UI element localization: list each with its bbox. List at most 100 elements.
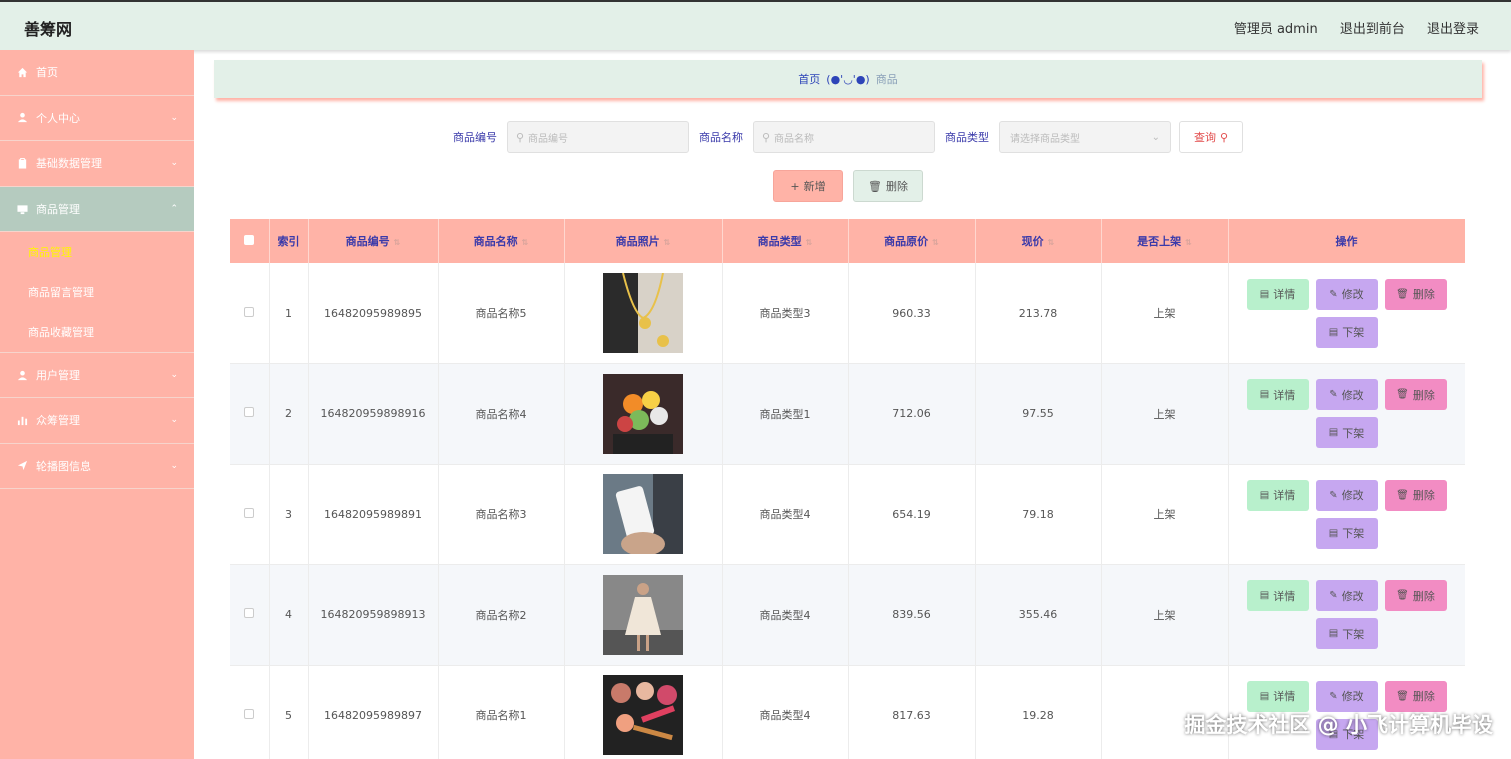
delete-label: 删除 xyxy=(1412,489,1435,503)
row-checkbox[interactable] xyxy=(244,507,255,518)
cell-price: 19.28 xyxy=(975,665,1102,759)
sort-icon[interactable]: ⇅ xyxy=(1048,238,1055,247)
sidebar-item-users[interactable]: 用户管理 ⌄ xyxy=(0,352,194,398)
goods-photo-phone[interactable] xyxy=(603,474,683,555)
sort-icon[interactable]: ⇅ xyxy=(664,238,671,247)
cell-type: 商品类型3 xyxy=(722,263,849,364)
query-button-label: 查询 xyxy=(1193,131,1216,144)
edit-button[interactable]: ✎ 修改 xyxy=(1315,580,1378,612)
col-photo[interactable]: 商品照片 ⇅ xyxy=(564,219,723,263)
col-name[interactable]: 商品名称 ⇅ xyxy=(438,219,565,263)
cell-code: 164820959898916 xyxy=(308,363,439,465)
col-type[interactable]: 商品类型 ⇅ xyxy=(722,219,849,263)
delete-button[interactable]: 🗑 删除 xyxy=(1384,680,1447,712)
cell-name: 商品名称5 xyxy=(438,263,565,364)
unlist-button[interactable]: ▤ 下架 xyxy=(1315,316,1378,348)
cell-code: 164820959898913 xyxy=(308,564,439,666)
goods-photo-flowers[interactable] xyxy=(603,373,683,454)
goods-photo-dress[interactable] xyxy=(603,574,683,655)
chevron-down-icon: ⌄ xyxy=(170,414,178,425)
sort-icon[interactable]: ⇅ xyxy=(522,238,529,247)
goods-table: 索引 商品编号 ⇅ 商品名称 ⇅ 商品照片 ⇅ 商品类型 ⇅ 商品原价 ⇅ 现价 ⇅ 是否上… xyxy=(230,219,1465,759)
name-input[interactable]: ⚲ 商品名称 xyxy=(752,121,935,153)
col-price[interactable]: 现价 ⇅ xyxy=(975,219,1102,263)
cell-photo[interactable] xyxy=(564,564,723,666)
sidebar-subitem-goods-favorites[interactable]: 商品收藏管理 xyxy=(0,312,194,352)
sidebar-item-crowdfunding[interactable]: 众筹管理 ⌄ xyxy=(0,398,194,444)
sidebar-item-personal[interactable]: 个人中心 ⌄ xyxy=(0,96,194,142)
cell-photo[interactable] xyxy=(564,665,723,759)
detail-button[interactable]: ▤ 详情 xyxy=(1246,479,1309,511)
goods-photo-cosmetics[interactable] xyxy=(603,675,683,756)
edit-button[interactable]: ✎ 修改 xyxy=(1315,680,1378,712)
detail-button[interactable]: ▤ 详情 xyxy=(1246,580,1309,612)
delete-button[interactable]: 🗑 删除 xyxy=(1384,379,1447,411)
cell-photo[interactable] xyxy=(564,363,723,465)
col-type-label: 商品类型 xyxy=(757,235,802,248)
breadcrumb: 首页 (●'◡'●) 商品 xyxy=(214,60,1482,98)
sort-icon[interactable]: ⇅ xyxy=(1185,238,1192,247)
bulk-delete-button[interactable]: 🗑 删除 xyxy=(853,170,923,202)
col-orig-price[interactable]: 商品原价 ⇅ xyxy=(848,219,976,263)
unlist-label: 下架 xyxy=(1342,527,1365,541)
sidebar-subitem-goods-comments[interactable]: 商品留言管理 xyxy=(0,272,194,312)
row-checkbox[interactable] xyxy=(244,708,255,719)
cell-photo[interactable] xyxy=(564,464,723,565)
trash-icon: 🗑 xyxy=(1396,590,1409,602)
edit-button[interactable]: ✎ 修改 xyxy=(1315,379,1378,411)
code-placeholder: 商品编号 xyxy=(528,133,569,145)
delete-button[interactable]: 🗑 删除 xyxy=(1384,479,1447,511)
row-checkbox-cell[interactable] xyxy=(230,665,270,759)
type-select[interactable]: 请选择商品类型 ⌄ xyxy=(998,121,1171,153)
sidebar-item-goods[interactable]: 商品管理 ⌃ xyxy=(0,186,194,233)
cell-photo[interactable] xyxy=(564,263,723,364)
sort-icon[interactable]: ⇅ xyxy=(932,238,939,247)
logout-link[interactable]: 退出登录 xyxy=(1427,22,1479,37)
cell-ops: ▤ 详情 ✎ 修改 🗑 删除 ▤ 下架 xyxy=(1228,464,1465,565)
query-button[interactable]: 查询 ⚲ xyxy=(1178,121,1244,153)
document-icon: ▤ xyxy=(1328,527,1339,539)
select-all-cell[interactable] xyxy=(230,219,270,263)
code-label: 商品编号 xyxy=(452,131,497,144)
site-logo[interactable]: 善筹网 xyxy=(24,16,72,40)
row-checkbox[interactable] xyxy=(244,608,255,619)
detail-button[interactable]: ▤ 详情 xyxy=(1246,680,1309,712)
row-checkbox-cell[interactable] xyxy=(230,464,270,565)
trash-icon: 🗑 xyxy=(1396,389,1409,401)
col-status[interactable]: 是否上架 ⇅ xyxy=(1101,219,1229,263)
breadcrumb-current: 商品 xyxy=(875,73,898,86)
detail-button[interactable]: ▤ 详情 xyxy=(1246,379,1309,411)
unlist-button[interactable]: ▤ 下架 xyxy=(1315,618,1378,650)
cell-index: 5 xyxy=(269,665,309,759)
sort-icon[interactable]: ⇅ xyxy=(394,238,401,247)
edit-button[interactable]: ✎ 修改 xyxy=(1315,479,1378,511)
delete-button[interactable]: 🗑 删除 xyxy=(1384,278,1447,310)
breadcrumb-home[interactable]: 首页 xyxy=(798,71,820,87)
sort-icon[interactable]: ⇅ xyxy=(806,238,813,247)
detail-button[interactable]: ▤ 详情 xyxy=(1246,278,1309,310)
row-checkbox-cell[interactable] xyxy=(230,363,270,465)
sidebar-subitem-goods-manage[interactable]: 商品管理 xyxy=(0,232,194,272)
unlist-button[interactable]: ▤ 下架 xyxy=(1315,517,1378,549)
document-icon: ▤ xyxy=(1259,489,1270,501)
col-code[interactable]: 商品编号 ⇅ xyxy=(308,219,439,263)
row-checkbox[interactable] xyxy=(244,306,255,317)
goods-photo-necklace[interactable] xyxy=(603,273,683,353)
table-row: 3 16482095989891 商品名称3 商品类型4 654.19 79.18 上架 ▤ 详… xyxy=(230,464,1465,565)
code-input[interactable]: ⚲ 商品编号 xyxy=(506,121,689,153)
chevron-down-icon: ⌄ xyxy=(170,112,178,123)
sidebar-item-basic-data[interactable]: 基础数据管理 ⌄ xyxy=(0,141,194,187)
unlist-button[interactable]: ▤ 下架 xyxy=(1315,417,1378,449)
row-checkbox-cell[interactable] xyxy=(230,263,270,364)
exit-to-front-link[interactable]: 退出到前台 xyxy=(1340,22,1405,37)
cell-code: 16482095989895 xyxy=(308,263,439,364)
row-checkbox-cell[interactable] xyxy=(230,564,270,666)
select-all-checkbox[interactable] xyxy=(244,234,255,245)
delete-button[interactable]: 🗑 删除 xyxy=(1384,580,1447,612)
row-checkbox[interactable] xyxy=(244,407,255,418)
add-button[interactable]: + 新增 xyxy=(773,170,843,202)
sidebar-item-carousel[interactable]: 轮播图信息 ⌄ xyxy=(0,444,194,490)
edit-button[interactable]: ✎ 修改 xyxy=(1315,278,1378,310)
sidebar-item-home[interactable]: 首页 xyxy=(0,50,194,96)
document-icon: ▤ xyxy=(1328,326,1339,338)
